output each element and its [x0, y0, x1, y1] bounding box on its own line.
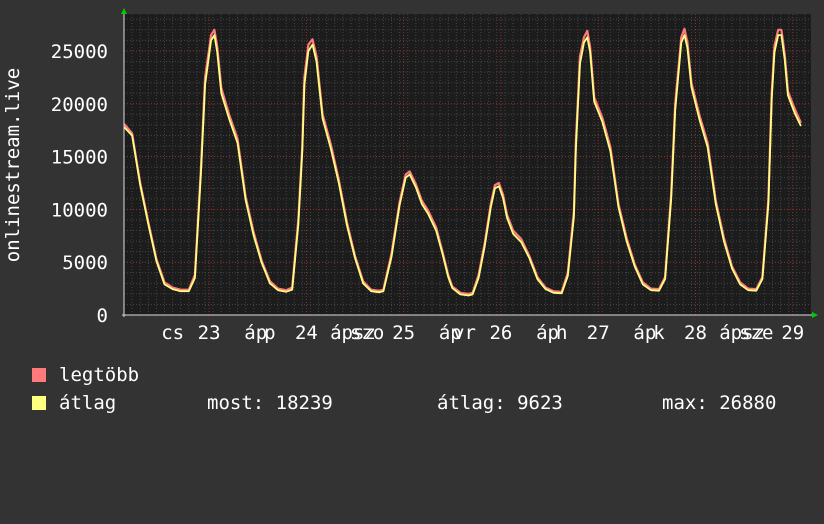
y-tick-labels: 0 5000 10000 15000 20000 25000 [51, 41, 108, 327]
y-tick-label: 10000 [51, 199, 108, 221]
x-tick-label: h [556, 322, 567, 344]
x-tick-label: k [653, 322, 665, 344]
y-tick-label: 5000 [62, 252, 108, 274]
x-tick-label: sze [739, 322, 773, 344]
x-axis-arrow [812, 312, 818, 318]
legend-row-avg: átlag most: 18239 átlag: 9623 max: 26880 [32, 392, 776, 414]
stat-average: átlag: 9623 [437, 392, 563, 414]
x-tick-labels: cs 23 ápp 24 ápszszo 25 ápvr 26 áph 27 ápk 28 ápszsz… [161, 322, 804, 344]
x-tick-label: 29 [781, 322, 804, 344]
x-tick-label: 24 [295, 322, 318, 344]
legend-row-max: legtöbb [32, 364, 139, 386]
x-tick-label: 26 [489, 322, 512, 344]
chart: 0500010000150002000025000 cs 23 ápp 24 ápszs… [2, 8, 818, 344]
x-tick-label: vr [453, 322, 476, 344]
y-axis-arrow [121, 8, 127, 14]
legend-swatch-max [32, 368, 46, 382]
y-tick-label: 0 [97, 305, 108, 327]
x-tick-label: 28 [684, 322, 707, 344]
x-tick-label: 23 [198, 322, 221, 344]
stat-current: most: 18239 [207, 392, 333, 414]
x-tick-label: 27 [587, 322, 610, 344]
y-axis-label: onlinestream.live [2, 68, 24, 262]
stat-maximum: max: 26880 [662, 392, 777, 414]
legend-swatch-avg [32, 396, 46, 410]
legend-label-max: legtöbb [59, 364, 140, 386]
y-tick-label: 20000 [51, 94, 108, 116]
x-tick-label: p [264, 322, 275, 344]
x-tick-label: cs [161, 322, 184, 344]
legend-label-avg: átlag [59, 392, 117, 414]
y-tick-label: 25000 [51, 41, 108, 63]
x-tick-label: 25 [392, 322, 415, 344]
y-tick-label: 15000 [51, 147, 108, 169]
x-tick-label: szo [350, 322, 384, 344]
